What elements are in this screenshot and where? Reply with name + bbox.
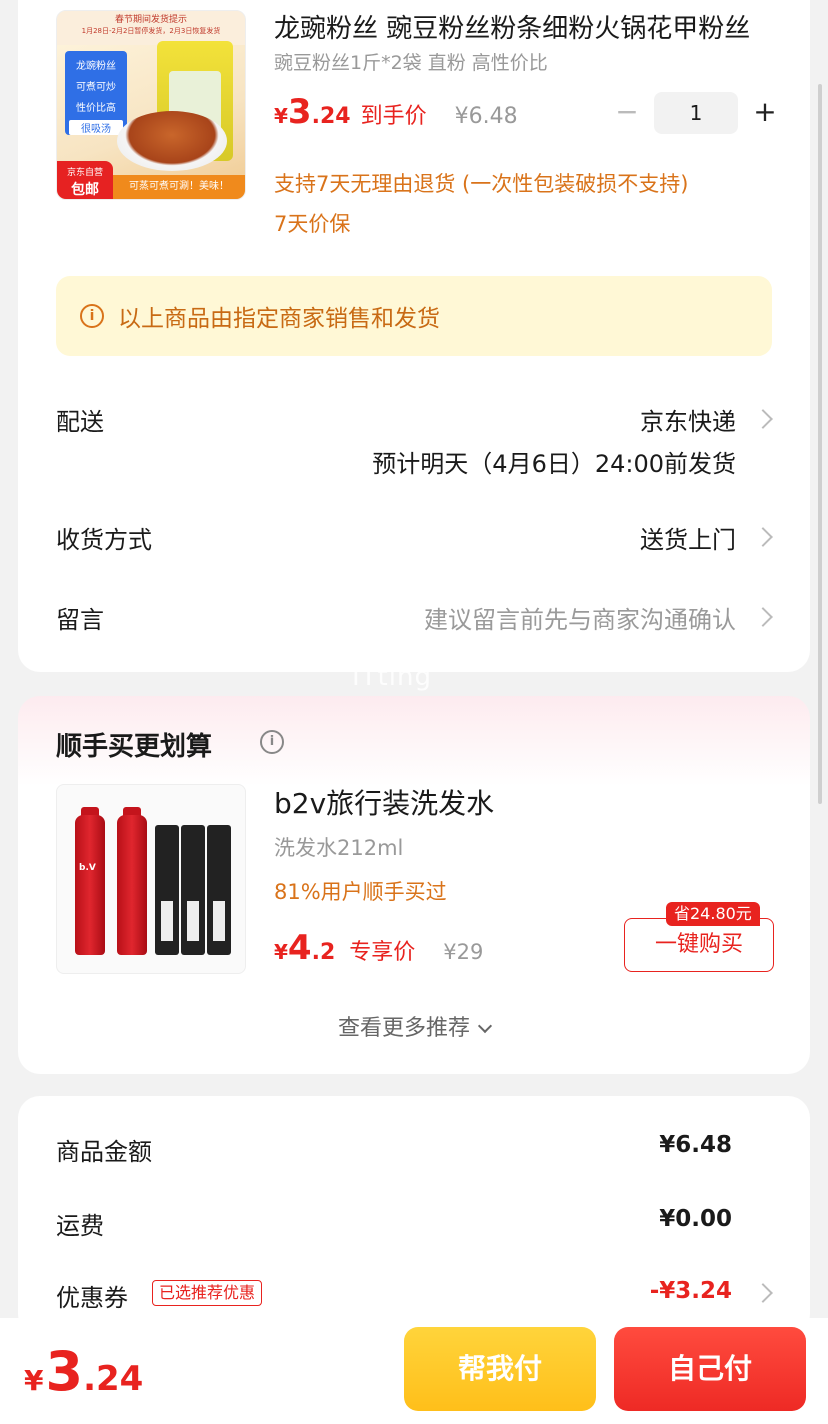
image-header-text: 春节期间发货提示 — [114, 15, 187, 25]
tag-text: 包邮 — [71, 182, 99, 198]
more-recommendations-link[interactable]: 查看更多推荐 — [18, 1010, 810, 1042]
product-image-footer: 可蒸可煮可涮！美味！ — [113, 175, 245, 199]
shampoo-bottle — [117, 815, 147, 955]
recommend-price: ¥ 4 .2 专享价 ¥29 — [274, 928, 483, 968]
recommend-product-image[interactable]: b.V — [56, 784, 246, 974]
price-label: 到手价 — [360, 104, 427, 129]
noodle-bowl — [117, 111, 227, 171]
one-click-buy-button[interactable]: 一键购买 — [624, 918, 774, 972]
checkout-bar: ¥ 3 .24 帮我付 自己付 — [0, 1318, 828, 1424]
pay-myself-button[interactable]: 自己付 — [614, 1327, 806, 1411]
feature-text: 可煮可炒 — [76, 82, 116, 93]
original-price: ¥29 — [443, 940, 484, 964]
scrollbar[interactable] — [818, 84, 822, 804]
total-price: ¥ 3 .24 — [24, 1340, 143, 1403]
info-icon: i — [80, 304, 104, 328]
coupon-label: 优惠券 — [56, 1284, 128, 1312]
receive-method-label: 收货方式 — [56, 526, 152, 554]
info-icon[interactable]: i — [260, 730, 284, 754]
goods-amount-value: ¥6.48 — [659, 1132, 732, 1158]
more-recommendations-label: 查看更多推荐 — [337, 1016, 470, 1041]
quantity-stepper: − 1 + — [610, 92, 782, 134]
product-card: 春节期间发货提示 1月28日-2月2日暂停发货，2月3日恢复发货 龙豌粉丝 可煮… — [18, 0, 810, 672]
feature-text: 龙豌粉丝 — [76, 61, 116, 72]
quantity-input[interactable]: 1 — [654, 92, 738, 134]
brand-mark: b.V — [79, 863, 96, 873]
return-policy[interactable]: 支持7天无理由退货 (一次性包装破损不支持) — [274, 168, 688, 198]
price-decimal: .2 — [311, 940, 336, 965]
price-integer: 4 — [287, 928, 312, 968]
shipping-label: 运费 — [56, 1212, 104, 1240]
coupon-badge: 已选推荐优惠 — [152, 1280, 263, 1306]
price-label: 专享价 — [349, 940, 416, 965]
recommend-product-spec: 洗发水212ml — [274, 836, 404, 860]
product-spec[interactable]: 豌豆粉丝1斤*2袋 直粉 高性价比 — [274, 48, 548, 75]
product-image[interactable]: 春节期间发货提示 1月28日-2月2日暂停发货，2月3日恢复发货 龙豌粉丝 可煮… — [56, 10, 246, 200]
product-image-header: 春节期间发货提示 1月28日-2月2日暂停发货，2月3日恢复发货 — [57, 11, 245, 45]
receive-method-value[interactable]: 送货上门 — [640, 520, 736, 555]
watermark: ITting — [352, 662, 432, 692]
product-title[interactable]: 龙豌粉丝 豌豆粉丝粉条细粉火锅花甲粉丝 — [274, 8, 774, 45]
total-integer: 3 — [45, 1340, 84, 1403]
product-price: ¥ 3 .24 到手价 ¥6.48 — [274, 92, 518, 142]
delivery-carrier[interactable]: 京东快递 — [640, 402, 736, 437]
price-currency: ¥ — [274, 104, 288, 128]
delivery-estimate: 预计明天（4月6日）24:00前发货 — [372, 450, 736, 478]
shipping-value: ¥0.00 — [659, 1206, 732, 1232]
image-header-subtext: 1月28日-2月2日暂停发货，2月3日恢复发货 — [81, 27, 221, 35]
goods-amount-label: 商品金额 — [56, 1138, 152, 1166]
chevron-right-icon[interactable] — [753, 527, 773, 547]
price-summary-card: 商品金额 ¥6.48 运费 ¥0.00 优惠券 已选推荐优惠 -¥3.24 — [18, 1096, 810, 1336]
price-currency: ¥ — [274, 940, 288, 964]
recommend-title: 顺手买更划算 — [56, 732, 213, 762]
recommend-card: 顺手买更划算 i b.V b2v旅行装洗发水 洗发水212ml 81%用户顺手买… — [18, 696, 810, 1074]
increase-button[interactable]: + — [748, 92, 782, 134]
chevron-right-icon[interactable] — [753, 409, 773, 429]
feature-text: 很吸汤 — [69, 120, 123, 135]
decrease-button[interactable]: − — [610, 92, 644, 134]
sachet — [181, 825, 205, 955]
sachet — [155, 825, 179, 955]
sachet — [207, 825, 231, 955]
seller-notice: i 以上商品由指定商家销售和发货 — [56, 276, 772, 356]
total-currency: ¥ — [24, 1364, 44, 1397]
feature-text: 性价比高 — [76, 103, 116, 114]
tag-text: 京东自营 — [66, 168, 103, 178]
message-input[interactable]: 建议留言前先与商家沟通确认 — [424, 600, 736, 635]
recommend-product-name[interactable]: b2v旅行装洗发水 — [274, 782, 494, 822]
savings-badge: 省24.80元 — [666, 902, 760, 926]
coupon-value[interactable]: -¥3.24 — [650, 1278, 732, 1304]
price-integer: 3 — [287, 92, 312, 132]
chevron-right-icon[interactable] — [753, 607, 773, 627]
chevron-down-icon — [477, 1018, 493, 1034]
total-decimal: .24 — [83, 1359, 144, 1399]
price-protection[interactable]: 7天价保 — [274, 208, 350, 238]
help-me-pay-button[interactable]: 帮我付 — [404, 1327, 596, 1411]
delivery-label: 配送 — [56, 408, 104, 436]
price-decimal: .24 — [311, 104, 351, 129]
recommend-purchase-stat: 81%用户顺手买过 — [274, 880, 447, 904]
jd-self-tag: 京东自营 包邮 — [57, 161, 113, 199]
chevron-right-icon[interactable] — [753, 1283, 773, 1303]
original-price: ¥6.48 — [454, 104, 518, 129]
message-label: 留言 — [56, 606, 104, 634]
notice-text: 以上商品由指定商家销售和发货 — [118, 306, 440, 332]
shampoo-bottle: b.V — [75, 815, 105, 955]
product-image-feature-box: 龙豌粉丝 可煮可炒 性价比高 很吸汤 — [65, 51, 127, 135]
